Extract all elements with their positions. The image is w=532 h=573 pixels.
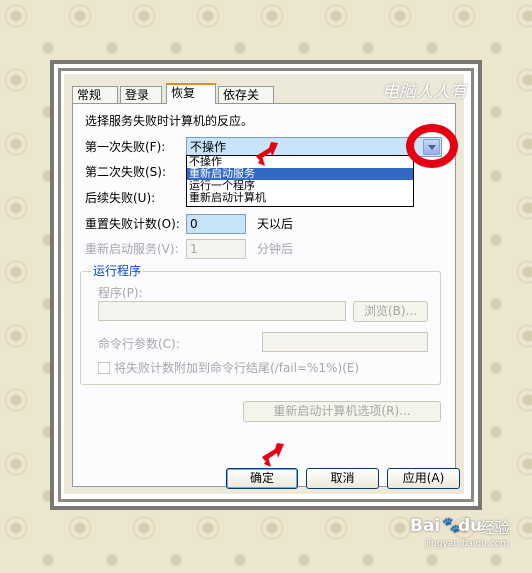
first-failure-label: 第一次失败(F): bbox=[85, 140, 166, 154]
ok-button[interactable]: 确定 bbox=[226, 468, 298, 489]
dropdown-option-restart-computer[interactable]: 重新启动计算机 bbox=[187, 192, 413, 204]
restart-service-input[interactable]: 1 bbox=[186, 239, 246, 259]
restart-computer-options-button[interactable]: 重新启动计算机选项(R)... bbox=[243, 401, 441, 422]
jingyan-text: 经验 bbox=[480, 519, 511, 537]
highlight-circle bbox=[406, 124, 458, 168]
program-label: 程序(P): bbox=[98, 286, 143, 300]
red-arrow-icon bbox=[262, 443, 284, 467]
reset-count-input[interactable]: 0 bbox=[186, 214, 246, 234]
tab-general[interactable]: 常规 bbox=[72, 86, 118, 103]
cancel-button[interactable]: 取消 bbox=[306, 468, 379, 489]
tab-dependencies[interactable]: 依存关系 bbox=[218, 86, 274, 116]
second-failure-label: 第二次失败(S): bbox=[85, 165, 167, 179]
reset-count-unit: 天以后 bbox=[257, 217, 294, 231]
program-input[interactable] bbox=[98, 301, 346, 321]
first-failure-select[interactable]: 不操作 bbox=[186, 137, 442, 157]
jingyan-url: jingyan.baidu.com bbox=[426, 539, 510, 549]
first-failure-value: 不操作 bbox=[190, 140, 227, 154]
instruction-text: 选择服务失败时计算机的反应。 bbox=[85, 114, 254, 128]
reset-count-label: 重置失败计数(O): bbox=[85, 217, 180, 231]
tab-label: 登录 bbox=[125, 88, 150, 102]
tab-label: 常规 bbox=[77, 88, 102, 102]
tab-logon[interactable]: 登录 bbox=[120, 86, 162, 103]
restart-service-label: 重新启动服务(V): bbox=[85, 242, 179, 256]
baidu-logo-text: Bai bbox=[410, 516, 441, 536]
red-arrow-icon bbox=[256, 142, 278, 166]
append-fail-count-checkbox[interactable] bbox=[98, 362, 110, 374]
watermark-text: 电脑人人有 bbox=[382, 82, 467, 102]
restart-service-unit: 分钟后 bbox=[257, 242, 294, 256]
args-input[interactable] bbox=[262, 332, 428, 352]
tab-recovery[interactable]: 恢复 bbox=[166, 83, 216, 104]
baidu-jingyan-logo: Bai 🐾 du 经验 jingyan.baidu.com bbox=[398, 514, 516, 554]
tab-label: 恢复 bbox=[171, 86, 196, 100]
baidu-logo-text-du: du bbox=[458, 516, 483, 536]
append-fail-count-label: 将失败计数附加到命令行结尾(/fail=%1%)(E) bbox=[114, 361, 360, 375]
failure-action-dropdown: 不操作 重新启动服务 运行一个程序 重新启动计算机 bbox=[186, 155, 414, 207]
browse-button[interactable]: 浏览(B)... bbox=[353, 301, 428, 322]
args-label: 命令行参数(C): bbox=[98, 337, 180, 351]
apply-button[interactable]: 应用(A) bbox=[387, 468, 460, 489]
run-program-title: 运行程序 bbox=[91, 263, 144, 279]
subsequent-failure-label: 后续失败(U): bbox=[85, 191, 156, 205]
